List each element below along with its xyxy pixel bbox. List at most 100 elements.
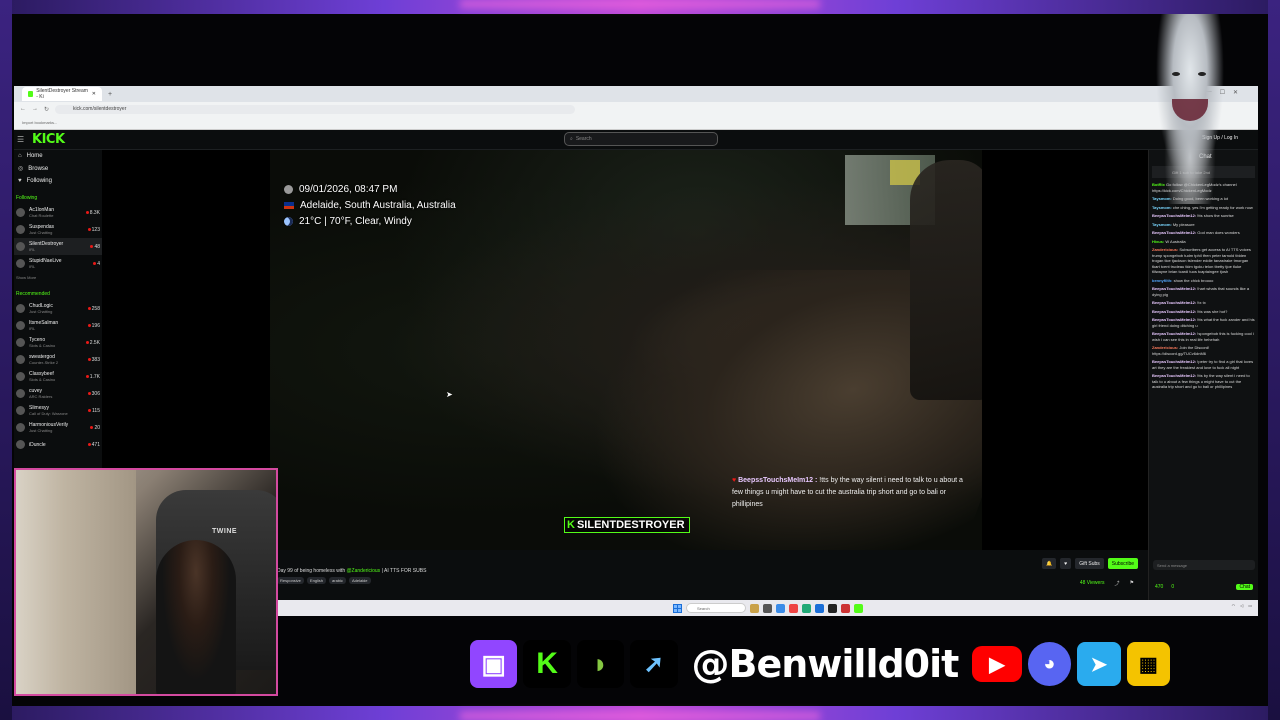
reload-icon[interactable]: ↻ — [44, 106, 49, 113]
viewer-count: 383 — [87, 357, 100, 363]
viewers-count: 48 Viewers — [1079, 580, 1105, 586]
chat-username[interactable]: BeepssTouchsMeIm12: — [1152, 373, 1196, 378]
chat-username[interactable]: BeepssTouchsMeIm12: — [1152, 300, 1196, 305]
edge-icon[interactable] — [776, 603, 785, 613]
kick-app-icon[interactable] — [854, 603, 863, 613]
channel-points[interactable]: 470 — [1155, 584, 1163, 590]
menu-icon[interactable]: ☰ — [17, 135, 24, 144]
taskbar-search[interactable]: Search — [686, 603, 746, 613]
live-dot-icon — [93, 262, 97, 265]
avatar — [16, 259, 25, 268]
chat-send-button[interactable]: Chat — [1236, 584, 1253, 590]
volume-icon[interactable]: ◁ — [1240, 603, 1243, 608]
chat-message: BeepssTouchsMeIm12: !tts by the way sile… — [1152, 373, 1255, 390]
app-icon[interactable] — [802, 603, 811, 613]
chat-username[interactable]: Taysmom: — [1152, 222, 1172, 227]
chat-text: My pleasure — [1172, 221, 1195, 227]
gift-subs-button[interactable]: Gift Subs — [1075, 558, 1104, 569]
chat-input[interactable]: Send a message — [1153, 560, 1255, 570]
back-icon[interactable]: ← — [20, 106, 26, 112]
chat-username[interactable]: BeepssTouchsMeIm12: — [1152, 317, 1196, 322]
sidebar-channel[interactable]: iDuncle 471 — [14, 436, 102, 453]
chat-message: BeepssTouchsMeIm12: !hart whats that sou… — [1152, 286, 1255, 297]
start-menu-icon[interactable] — [673, 603, 682, 613]
app-icon[interactable] — [841, 603, 850, 613]
chat-username[interactable]: BeepssTouchsMeIm12: — [1152, 359, 1196, 364]
chat-username[interactable]: BeepssTouchsMeIm12: — [1152, 286, 1196, 291]
file-explorer-icon[interactable] — [750, 603, 759, 613]
recommended-header: Recommended — [16, 291, 50, 297]
chat-count: 0 — [1171, 584, 1175, 590]
chat-username[interactable]: bennyfilth: — [1152, 278, 1172, 283]
new-tab-icon[interactable]: + — [108, 91, 112, 98]
obs-icon[interactable] — [828, 603, 837, 613]
sidebar-channel[interactable]: HarmoniousVerily Just Chatting 20 — [14, 419, 102, 436]
heart-icon: ♥ — [732, 477, 737, 484]
home-icon: ⌂ — [18, 153, 22, 159]
avatar — [16, 225, 25, 234]
streamer — [156, 540, 236, 694]
kick-search-input[interactable]: ⌕ Search — [564, 132, 718, 146]
sidebar-channel[interactable]: sweatergod Counter-Strike 2 383 — [14, 351, 102, 368]
chat-username[interactable]: BeepssTouchsMeIm12: — [1152, 331, 1196, 336]
heart-icon: ♥ — [18, 178, 22, 184]
title-mention[interactable]: @Zandericious — [346, 568, 380, 574]
share-icon[interactable]: ⤴ — [1115, 580, 1120, 587]
browser-tab[interactable]: SilentDestroyer Stream - Ki ✕ — [22, 87, 102, 101]
task-view-icon[interactable] — [763, 603, 772, 613]
store-icon[interactable] — [815, 603, 824, 613]
show-more-link[interactable]: Show More — [14, 272, 102, 283]
viewer-count: 2.5K — [85, 340, 100, 346]
frame-right — [1268, 0, 1280, 720]
close-tab-icon[interactable]: ✕ — [92, 91, 96, 97]
chat-username[interactable]: Zandericious: — [1152, 345, 1178, 350]
follow-heart-icon[interactable]: ♥ — [1060, 558, 1072, 569]
report-icon[interactable]: ⚑ — [1130, 580, 1134, 587]
frame-glow-bottom — [460, 712, 820, 720]
nav-home[interactable]: ⌂ Home — [14, 150, 102, 162]
chrome-icon[interactable] — [789, 603, 798, 613]
viewer-value: 471 — [91, 441, 100, 448]
sidebar-channel[interactable]: Tyceno Slots & Casino 2.5K — [14, 334, 102, 351]
sidebar-channel[interactable]: ChudLogic Just Chatting 258 — [14, 300, 102, 317]
sidebar-channel[interactable]: ItsmeSalman IRL 196 — [14, 317, 102, 334]
viewer-value: 306 — [91, 390, 100, 397]
chat-username[interactable]: Zandericious: — [1152, 247, 1178, 252]
chat-username[interactable]: BeepssTouchsMeIm12: — [1152, 309, 1196, 314]
nav-browse[interactable]: ◎ Browse — [14, 162, 102, 175]
kick-logo[interactable]: KICK — [32, 132, 65, 147]
sidebar-channel[interactable]: cuvey ARC Raiders 306 — [14, 385, 102, 402]
stream-actions: 🔔 ♥ Gift Subs Subscribe — [1041, 558, 1138, 569]
viewer-count: 306 — [87, 390, 100, 397]
sidebar-channel-active[interactable]: SilentDestroyer IRL 48 — [14, 238, 102, 255]
tag[interactable]: Adelaide — [348, 577, 371, 584]
nav-following[interactable]: ♥ Following — [14, 175, 102, 187]
sidebar-channel[interactable]: StupidNaeLive IRL 4 — [14, 255, 102, 272]
chat-username[interactable]: Hixus: — [1152, 239, 1164, 244]
url-bar[interactable]: kick.com/silentdestroyer — [55, 104, 576, 114]
forward-icon[interactable]: → — [32, 106, 38, 112]
arrow-icon: ➚ — [630, 640, 678, 688]
tts-username: BeepssTouchsMeIm12 : — [738, 477, 818, 484]
subscribe-button[interactable]: Subscribe — [1107, 558, 1138, 569]
tag[interactable]: English — [306, 577, 327, 584]
close-window-icon[interactable]: ✕ — [1233, 89, 1238, 96]
sidebar-channel[interactable]: Classybeef Slots & Casino 1.7K — [14, 368, 102, 385]
notification-bell-icon[interactable]: 🔔 — [1041, 558, 1057, 569]
chat-username[interactable]: BeepssTouchsMeIm12: — [1152, 213, 1196, 218]
sidebar-channel[interactable]: Suspendas Just Chatting 123 — [14, 221, 102, 238]
chat-username[interactable]: Taysmom: — [1152, 205, 1172, 210]
search-icon: ⌕ — [570, 136, 573, 142]
chat-username[interactable]: BeepssTouchsMeIm12: — [1152, 230, 1196, 235]
wifi-icon[interactable]: ◠ — [1232, 603, 1236, 608]
sidebar-channel[interactable]: Ac1lonMan Chat Roulette 8.3K — [14, 204, 102, 221]
sidebar-channel[interactable]: Slimesyy Call of Duty: Warzone 115 — [14, 402, 102, 419]
battery-icon[interactable]: ▭ — [1248, 603, 1252, 608]
chat-messages: BotRix Go follow @ChickenLegModz's chann… — [1149, 180, 1258, 395]
tts-alert: ♥ BeepssTouchsMeIm12 : !tts by the way s… — [732, 475, 972, 511]
curtain — [16, 470, 136, 694]
avatar — [16, 338, 25, 347]
bookmarks-bar[interactable]: Import bookmarks... — [14, 116, 1258, 128]
tag[interactable]: arabic — [329, 577, 346, 584]
tag[interactable]: Responsive — [277, 577, 304, 584]
